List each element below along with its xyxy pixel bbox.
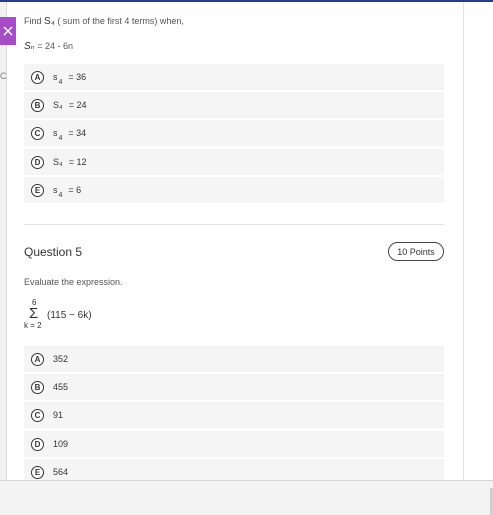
q5-option-a-text: 352: [53, 354, 69, 364]
option-symbol: s: [53, 185, 58, 195]
q4-option-c[interactable]: C s4 = 34: [24, 120, 444, 146]
option-value: = 36: [68, 72, 87, 82]
option-symbol: s: [53, 72, 58, 82]
q5-option-d-text: 109: [53, 439, 69, 449]
left-panel-peek-text: Co: [0, 71, 6, 81]
formula-variable: Sₙ: [24, 41, 35, 52]
option-letter-e: E: [31, 465, 44, 479]
q5-option-d[interactable]: D 109: [24, 431, 444, 457]
q5-option-e-text: 564: [53, 467, 69, 477]
q5-option-b[interactable]: B 455: [24, 374, 444, 400]
content-right-edge: [463, 2, 464, 480]
option-letter-d: D: [31, 437, 44, 451]
q4-option-c-text: s4 = 34: [53, 128, 87, 142]
option-letter-a: A: [31, 352, 44, 366]
option-value: = 24: [68, 100, 87, 110]
option-value: = 34: [68, 128, 87, 138]
question-divider: [24, 224, 444, 225]
option-symbol: S₄: [53, 157, 63, 167]
question-4-prompt: Find S₄ ( sum of the first 4 terms) when…: [24, 16, 184, 27]
q4-option-b-text: S₄ = 24: [53, 100, 86, 110]
q5-option-c-text: 91: [53, 410, 64, 420]
q5-option-a[interactable]: A 352: [24, 346, 444, 372]
question-5-prompt: Evaluate the expression.: [24, 277, 123, 287]
option-letter-e: E: [31, 183, 44, 197]
question-5-title: Question 5: [24, 245, 83, 259]
close-icon: [3, 26, 13, 36]
prompt-symbol: S₄: [44, 16, 55, 27]
option-letter-b: B: [31, 98, 44, 112]
q4-option-e[interactable]: E s4 = 6: [24, 177, 444, 203]
option-letter-a: A: [31, 70, 44, 84]
option-subscript: 4: [58, 135, 63, 142]
q4-option-e-text: s4 = 6: [53, 185, 82, 199]
formula-expression: = 24 - 6n: [37, 41, 73, 51]
points-badge: 10 Points: [388, 242, 444, 261]
sum-term: (115 − 6k): [47, 310, 92, 321]
question-4-formula: Sₙ = 24 - 6n: [24, 41, 73, 52]
quiz-frame: Co Find S₄ ( sum of the first 4 terms) w…: [0, 0, 493, 515]
q5-option-b-text: 455: [53, 382, 69, 392]
option-symbol: S₄: [53, 100, 63, 110]
q4-option-d[interactable]: D S₄ = 12: [24, 149, 444, 175]
prompt-prefix: Find: [24, 16, 42, 26]
option-letter-d: D: [31, 155, 44, 169]
sigma-symbol: Σ: [29, 305, 39, 322]
option-value: = 6: [68, 185, 82, 195]
close-panel-button[interactable]: [0, 17, 16, 45]
option-value: = 12: [68, 157, 87, 167]
option-letter-c: C: [31, 408, 44, 422]
q4-option-d-text: S₄ = 12: [53, 157, 86, 167]
q4-option-a[interactable]: A s4 = 36: [24, 64, 444, 90]
option-subscript: 4: [58, 192, 63, 199]
option-letter-c: C: [31, 126, 44, 140]
option-letter-b: B: [31, 380, 44, 394]
option-subscript: 4: [58, 79, 63, 86]
q5-option-c[interactable]: C 91: [24, 402, 444, 428]
q4-option-b[interactable]: B S₄ = 24: [24, 92, 444, 118]
bottom-bar: [0, 480, 493, 515]
summation-expression: 6 Σ k = 2 (115 − 6k): [24, 298, 114, 334]
q4-option-a-text: s4 = 36: [53, 72, 87, 86]
top-border: [0, 0, 493, 2]
option-symbol: s: [53, 128, 58, 138]
sum-lower-limit: k = 2: [24, 321, 42, 330]
prompt-suffix: ( sum of the first 4 terms) when,: [57, 16, 184, 26]
